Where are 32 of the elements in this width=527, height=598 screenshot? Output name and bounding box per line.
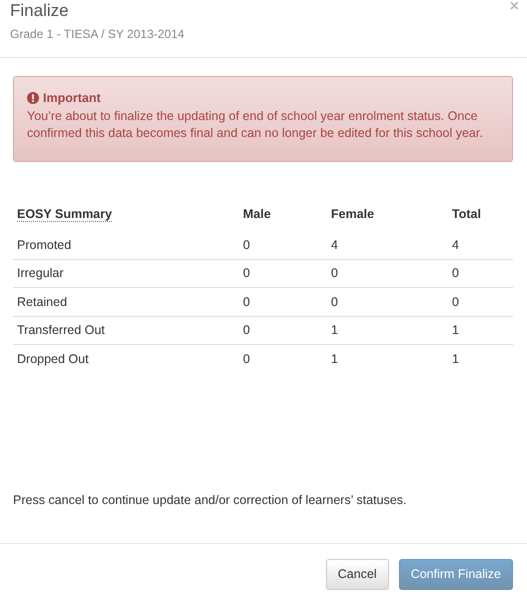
column-header: Total [452, 207, 481, 221]
table-cell: Dropped Out [17, 352, 89, 366]
alert-message: You’re about to finalize the updating of end of school year enrolment status. Once confirmed this data becomes final and can no longer be edited for this school year. [27, 108, 484, 142]
table-cell: 0 [331, 266, 338, 280]
table-cell: 4 [331, 238, 338, 252]
table-cell: 0 [243, 352, 250, 366]
table-cell: Irregular [17, 266, 64, 280]
table-cell: 0 [452, 266, 459, 280]
table-cell: 0 [243, 238, 250, 252]
dialog-subtitle: Grade 1 - TIESA / SY 2013-2014 [10, 27, 184, 41]
table-cell: 4 [452, 238, 459, 252]
close-button[interactable]: × [510, 0, 519, 15]
table-cell: Promoted [17, 238, 72, 252]
dialog-title: Finalize [10, 0, 69, 21]
table-cell: Transferred Out [17, 323, 105, 338]
table-cell: 0 [452, 294, 459, 309]
table-cell: 0 [331, 294, 338, 309]
column-header: EOSY Summary [17, 207, 112, 222]
table-cell: 1 [452, 352, 459, 366]
table-cell: 1 [452, 323, 459, 338]
table-cell: 1 [331, 323, 338, 338]
alert-title: Important [43, 91, 101, 105]
instruction-text: Press cancel to continue update and/or correction of learners’ statuses. [13, 492, 407, 506]
exclamation-icon [27, 92, 39, 104]
table-cell: 0 [243, 323, 250, 338]
table-cell: 1 [331, 352, 338, 366]
column-header: Female [331, 207, 374, 221]
cancel-button[interactable]: Cancel [326, 558, 389, 590]
table-cell: 0 [243, 266, 250, 280]
table-cell: Retained [17, 294, 68, 309]
table-cell: 0 [243, 294, 250, 309]
column-header: Male [243, 207, 271, 221]
